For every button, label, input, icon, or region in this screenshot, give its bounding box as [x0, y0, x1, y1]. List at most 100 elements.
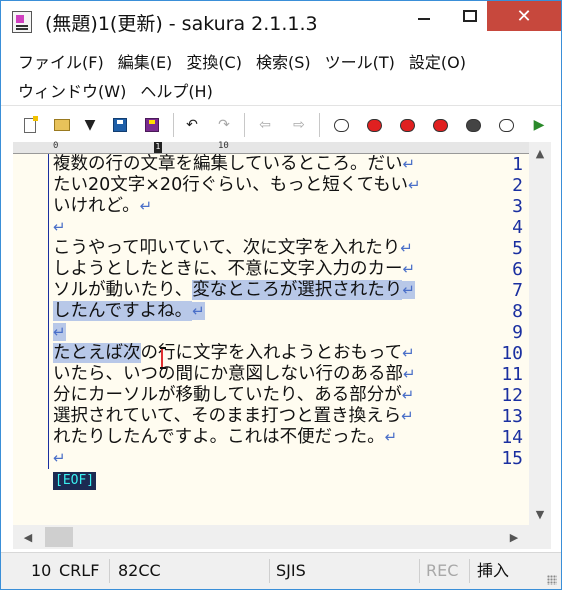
close-button[interactable]: ✕	[487, 1, 561, 31]
editor-line[interactable]: 複数の行の文章を編集しているところ。だい↵	[53, 154, 415, 175]
menu-file[interactable]: ファイル(F)	[18, 49, 104, 73]
line-text: しようとしたときに、不意に文字入力のカー	[53, 259, 403, 279]
newline-mark-icon: ↵	[400, 239, 413, 257]
line-number: 15	[501, 448, 523, 469]
menu-convert[interactable]: 変換(C)	[186, 49, 242, 73]
back-button[interactable]: ⇦	[254, 114, 276, 136]
line-number: 12	[501, 385, 523, 406]
bookmark-button[interactable]	[495, 114, 517, 136]
newline-mark-icon: ↵	[407, 176, 421, 194]
menu-help[interactable]: ヘルプ(H)	[140, 78, 213, 102]
ruler-start: 0	[53, 141, 59, 151]
scroll-left-icon[interactable]: ◀	[17, 526, 39, 548]
line-number: 10	[501, 343, 523, 364]
editor-line[interactable]: 分にカーソルが移動していたり、ある部分が↵	[53, 385, 414, 406]
editor-line[interactable]: したんですよね。↵	[53, 301, 205, 322]
search-next-button[interactable]	[363, 114, 385, 136]
line-text: れたりしたんですよ。これは不便だった。	[53, 427, 385, 447]
editor-line[interactable]: ↵	[53, 322, 66, 343]
line-text: ソルが動いたり、	[53, 280, 193, 300]
menu-edit[interactable]: 編集(E)	[118, 49, 173, 73]
newline-mark-icon: ↵	[139, 197, 153, 215]
editor-line[interactable]: いけれど。↵	[53, 196, 152, 217]
menu-search[interactable]: 検索(S)	[256, 49, 311, 73]
line-text: いたら、いつの間にか意図しない行のある部	[53, 364, 403, 384]
newline-mark-icon: ↵	[403, 365, 416, 383]
sakura-app-icon[interactable]	[12, 11, 32, 33]
undo-button[interactable]: ↶	[181, 114, 203, 136]
line-number: 2	[512, 175, 523, 196]
editor-line[interactable]: いたら、いつの間にか意図しない行のある部↵	[53, 364, 416, 385]
search-face-icon	[333, 118, 349, 132]
menu-divider	[1, 105, 561, 106]
scroll-right-icon[interactable]: ▶	[503, 526, 525, 548]
grep-button[interactable]	[429, 114, 451, 136]
horizontal-scroll-thumb[interactable]	[45, 527, 73, 547]
line-text: こうやって叩いていて、次に文字を入れたり	[53, 238, 401, 258]
menu-window[interactable]: ウィンドウ(W)	[18, 78, 126, 102]
status-divider	[109, 559, 110, 583]
editor-line[interactable]: ソルが動いたり、変なところが選択されたり↵	[53, 280, 415, 301]
text-cursor-ibeam-icon	[160, 347, 166, 369]
sakura-editor-window: (無題)1(更新) - sakura 2.1.1.3 ✕ ファイル(F) 編集(…	[0, 0, 562, 590]
newline-mark-icon: ↵	[53, 449, 66, 467]
menu-tools[interactable]: ツール(T)	[325, 49, 395, 73]
line-number: 11	[501, 364, 523, 385]
open-button[interactable]	[51, 114, 73, 136]
editor-line[interactable]: ↵	[53, 448, 66, 469]
search-button[interactable]	[330, 114, 352, 136]
editor-line[interactable]: たい20文字×20行ぐらい、もっと短くてもい↵	[53, 175, 421, 196]
editor-line[interactable]: たとえば次の行に文字を入れようとおもって↵	[53, 343, 415, 364]
save-as-button[interactable]	[141, 114, 163, 136]
dropdown-arrow-icon: ▼	[84, 117, 96, 133]
menu-bar: ファイル(F) 編集(E) 変換(C) 検索(S) ツール(T) 設定(O) ウ…	[1, 45, 561, 105]
line-number: 8	[512, 301, 523, 322]
text-editor-area[interactable]: 1 複数の行の文章を編集しているところ。だい↵ 2 たい20文字×20行ぐらい、もっと…	[13, 154, 529, 525]
search-prev-button[interactable]	[396, 114, 418, 136]
status-mode[interactable]: 挿入	[477, 558, 509, 584]
search-next-icon	[366, 118, 382, 132]
status-bar: 10 CRLF 82CC SJIS REC 挿入	[1, 552, 561, 589]
toolbar: ▼ ↶ ↷ ⇦ ⇨ ▶	[1, 109, 561, 141]
scroll-down-icon[interactable]: ▼	[529, 503, 551, 525]
open-dropdown-button[interactable]: ▼	[79, 114, 101, 136]
new-file-button[interactable]	[19, 114, 41, 136]
selected-text: 変なところが選択されたり	[192, 280, 403, 300]
line-text: 分にカーソルが移動していたり、ある部分が	[53, 385, 402, 405]
editor-line[interactable]: れたりしたんですよ。これは不便だった。↵	[53, 427, 397, 448]
line-text: たい20文字×20行ぐらい、もっと短くてもい	[53, 175, 408, 195]
newline-mark-icon: ↵	[401, 407, 414, 425]
clear-mark-button[interactable]	[462, 114, 484, 136]
minimize-icon	[418, 18, 430, 20]
newline-mark-icon: ↵	[402, 344, 415, 362]
maximize-icon	[463, 10, 477, 22]
newline-mark-icon: ↵	[402, 260, 416, 278]
forward-button[interactable]: ⇨	[288, 114, 310, 136]
editor-line[interactable]: しようとしたときに、不意に文字入力のカー↵	[53, 259, 415, 280]
forward-icon: ⇨	[293, 117, 305, 133]
menu-row-2: ウィンドウ(W) ヘルプ(H)	[18, 78, 213, 102]
vertical-scrollbar[interactable]: ▲ ▼	[529, 142, 551, 525]
line-number: 3	[512, 196, 523, 217]
menu-settings[interactable]: 設定(O)	[409, 49, 466, 73]
scroll-up-icon[interactable]: ▲	[529, 142, 551, 164]
minimize-button[interactable]	[401, 1, 447, 31]
back-icon: ⇦	[259, 117, 271, 133]
status-divider	[469, 559, 470, 583]
resize-grip-icon[interactable]	[547, 575, 557, 585]
title-bar[interactable]: (無題)1(更新) - sakura 2.1.1.3 ✕	[1, 1, 561, 43]
editor-line[interactable]: ↵	[53, 217, 66, 238]
newline-mark-icon: ↵	[192, 302, 205, 320]
newline-mark-icon: ↵	[53, 218, 66, 236]
editor-line[interactable]: こうやって叩いていて、次に文字を入れたり↵	[53, 238, 413, 259]
redo-button[interactable]: ↷	[213, 114, 235, 136]
horizontal-scrollbar[interactable]: ◀ ▶	[13, 525, 529, 549]
save-button[interactable]	[109, 114, 131, 136]
jump-button[interactable]: ▶	[528, 114, 550, 136]
editor-line[interactable]: 選択されていて、そのまま打つと置き換えら↵	[53, 406, 414, 427]
newline-mark-icon: ↵	[401, 386, 415, 404]
menu-row-1: ファイル(F) 編集(E) 変換(C) 検索(S) ツール(T) 設定(O)	[18, 49, 466, 73]
eof-marker: [EOF]	[53, 472, 97, 490]
status-encoding[interactable]: SJIS	[276, 558, 306, 584]
line-text: の行に文字を入れようとおもって	[140, 343, 403, 363]
